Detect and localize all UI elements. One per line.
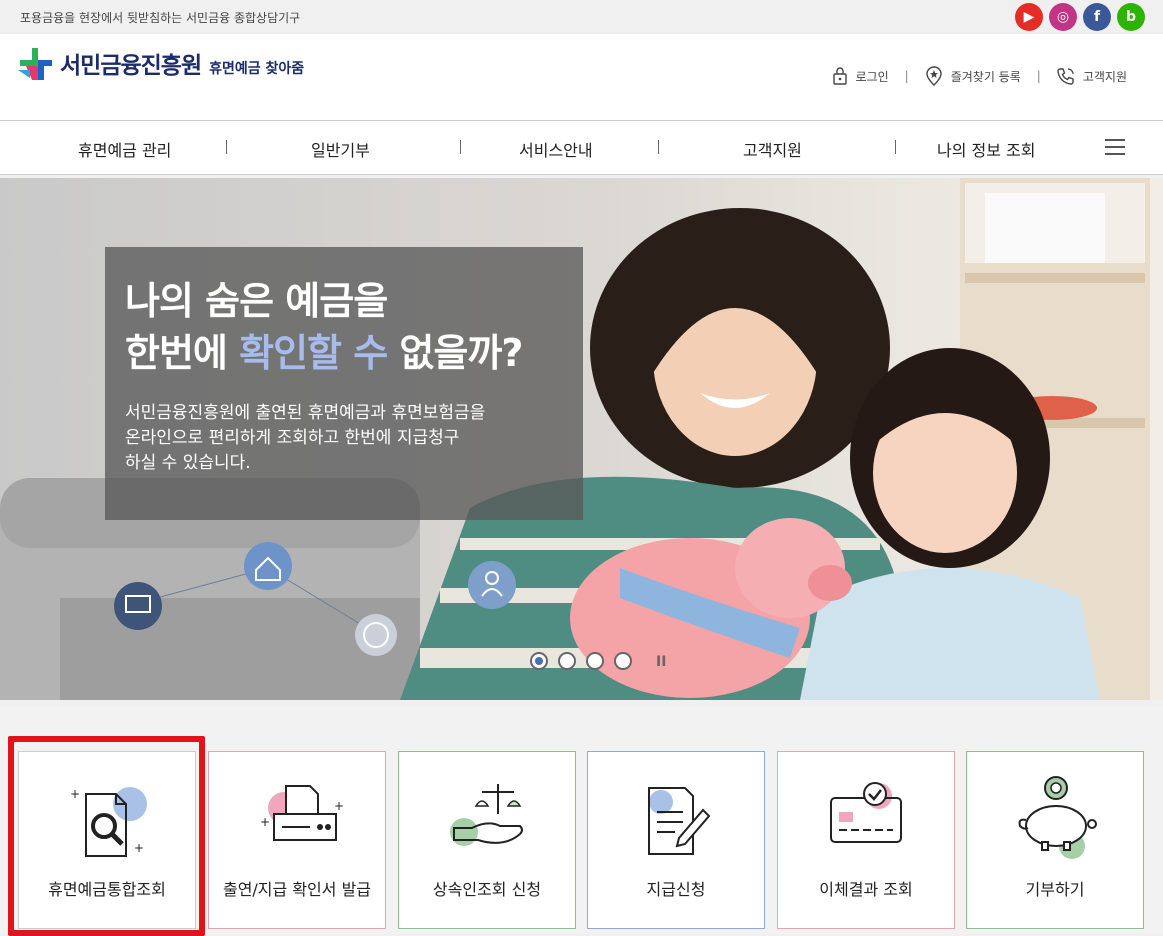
quick-item-label: 지급신청 (646, 880, 706, 899)
piggy-bank-icon (1018, 776, 1097, 859)
hero-headline: 나의 숨은 예금을 한번에 확인할 수 없을까? (125, 275, 563, 379)
support-link[interactable]: 고객지원 (1057, 67, 1127, 85)
quick-item-label: 출연/지급 확인서 발급 (222, 880, 372, 899)
carousel-indicators (530, 652, 632, 670)
nav-divider (895, 140, 896, 154)
support-label: 고객지원 (1082, 69, 1127, 84)
quick-item-heir-search[interactable]: 상속인조회 신청 (398, 751, 576, 929)
bookmark-link[interactable]: 즐겨찾기 등록 (925, 66, 1021, 86)
carousel-dot-2[interactable] (558, 652, 576, 670)
quick-item-certificate[interactable]: + + 출연/지급 확인서 발급 (208, 751, 386, 929)
quick-item-label: 상속인조회 신청 (432, 880, 542, 899)
nav-divider (226, 140, 227, 154)
logo-name: 서민금융진흥원 (60, 53, 202, 79)
bookmark-label: 즐겨찾기 등록 (950, 69, 1021, 84)
header-util-links: 로그인 | 즐겨찾기 등록 | 고객지원 (832, 66, 1127, 86)
logo-subtitle: 휴면예금 찾아줌 (209, 61, 305, 77)
svg-text:+: + (260, 815, 270, 829)
certificate-printer-icon: + + (260, 785, 344, 841)
carousel-dot-1[interactable] (530, 652, 548, 670)
card-check-icon (830, 782, 902, 843)
star-pin-icon (926, 66, 942, 86)
quick-item-payment-request[interactable]: 지급신청 (587, 751, 765, 929)
svg-text:+: + (334, 799, 344, 813)
hero-headline-post: 없을까? (387, 331, 523, 375)
carousel-dot-3[interactable] (586, 652, 604, 670)
instagram-icon[interactable]: ◎ (1049, 3, 1077, 31)
logo-mark-icon (18, 48, 56, 84)
hero-description: 서민금융진흥원에 출연된 휴면예금과 휴면보험금을 온라인으로 편리하게 조회하… (125, 401, 563, 476)
hero-headline-line1: 나의 숨은 예금을 (125, 279, 388, 323)
facebook-icon[interactable]: f (1083, 3, 1111, 31)
hero-desc-line3: 하실 수 있습니다. (125, 453, 251, 473)
nav-item-service-guide[interactable]: 서비스안내 (519, 137, 593, 161)
menu-icon[interactable] (1105, 139, 1125, 155)
top-utility-bar: 포용금융을 현장에서 뒷받침하는 서민금융 종합상담기구 ▶ ◎ f b (0, 0, 1163, 34)
blog-icon[interactable]: b (1117, 3, 1145, 31)
quick-item-label: 기부하기 (1025, 880, 1085, 899)
quick-menu: + + 휴면예금통합조회 + + 출연/지급 확인서 발급 상속인조회 신청 지… (0, 706, 1163, 936)
social-links: ▶ ◎ f b (1015, 3, 1145, 31)
lock-icon (832, 67, 847, 85)
nav-item-donation[interactable]: 일반기부 (311, 137, 370, 161)
quick-item-transfer-result[interactable]: 이체결과 조회 (777, 751, 955, 929)
nav-divider (460, 140, 461, 154)
login-link[interactable]: 로그인 (832, 67, 889, 85)
form-pen-icon (648, 787, 711, 855)
hero-headline-line2: 한번에 확인할 수 없을까? (125, 327, 563, 379)
hero-desc-line2: 온라인으로 편리하게 조회하고 한번에 지급청구 (125, 428, 460, 448)
nav-item-customer-support[interactable]: 고객지원 (743, 137, 802, 161)
nav-item-my-info[interactable]: 나의 정보 조회 (937, 137, 1036, 161)
hero-desc-line1: 서민금융진흥원에 출연된 휴면예금과 휴면보험금을 (125, 403, 486, 423)
carousel-dot-4[interactable] (614, 652, 632, 670)
quick-item-label: 이체결과 조회 (819, 880, 913, 899)
scale-hand-icon (450, 784, 523, 846)
youtube-icon[interactable]: ▶ (1015, 3, 1043, 31)
selection-highlight-box (8, 736, 205, 936)
hero-headline-pre: 한번에 (125, 331, 240, 375)
hero-banner: 나의 숨은 예금을 한번에 확인할 수 없을까? 서민금융진흥원에 출연된 휴면… (0, 178, 1163, 700)
util-divider: | (904, 69, 909, 83)
carousel-pause-button[interactable]: II (656, 654, 666, 670)
util-divider: | (1036, 69, 1041, 83)
phone-icon (1057, 68, 1074, 85)
site-header: 서민금융진흥원 휴면예금 찾아줌 로그인 | 즐겨찾기 등록 | 고객지원 (0, 34, 1163, 120)
quick-item-donate[interactable]: 기부하기 (966, 751, 1144, 929)
site-logo[interactable]: 서민금융진흥원 휴면예금 찾아줌 (18, 48, 304, 84)
site-tagline: 포용금융을 현장에서 뒷받침하는 서민금융 종합상담기구 (20, 11, 301, 25)
nav-divider (658, 140, 659, 154)
hero-message-box: 나의 숨은 예금을 한번에 확인할 수 없을까? 서민금융진흥원에 출연된 휴면… (105, 247, 583, 520)
hero-headline-highlight: 확인할 수 (239, 331, 388, 375)
main-navigation: 휴면예금 관리 일반기부 서비스안내 고객지원 나의 정보 조회 (0, 120, 1163, 175)
login-label: 로그인 (855, 69, 889, 84)
nav-item-dormant-deposit[interactable]: 휴면예금 관리 (78, 137, 171, 161)
